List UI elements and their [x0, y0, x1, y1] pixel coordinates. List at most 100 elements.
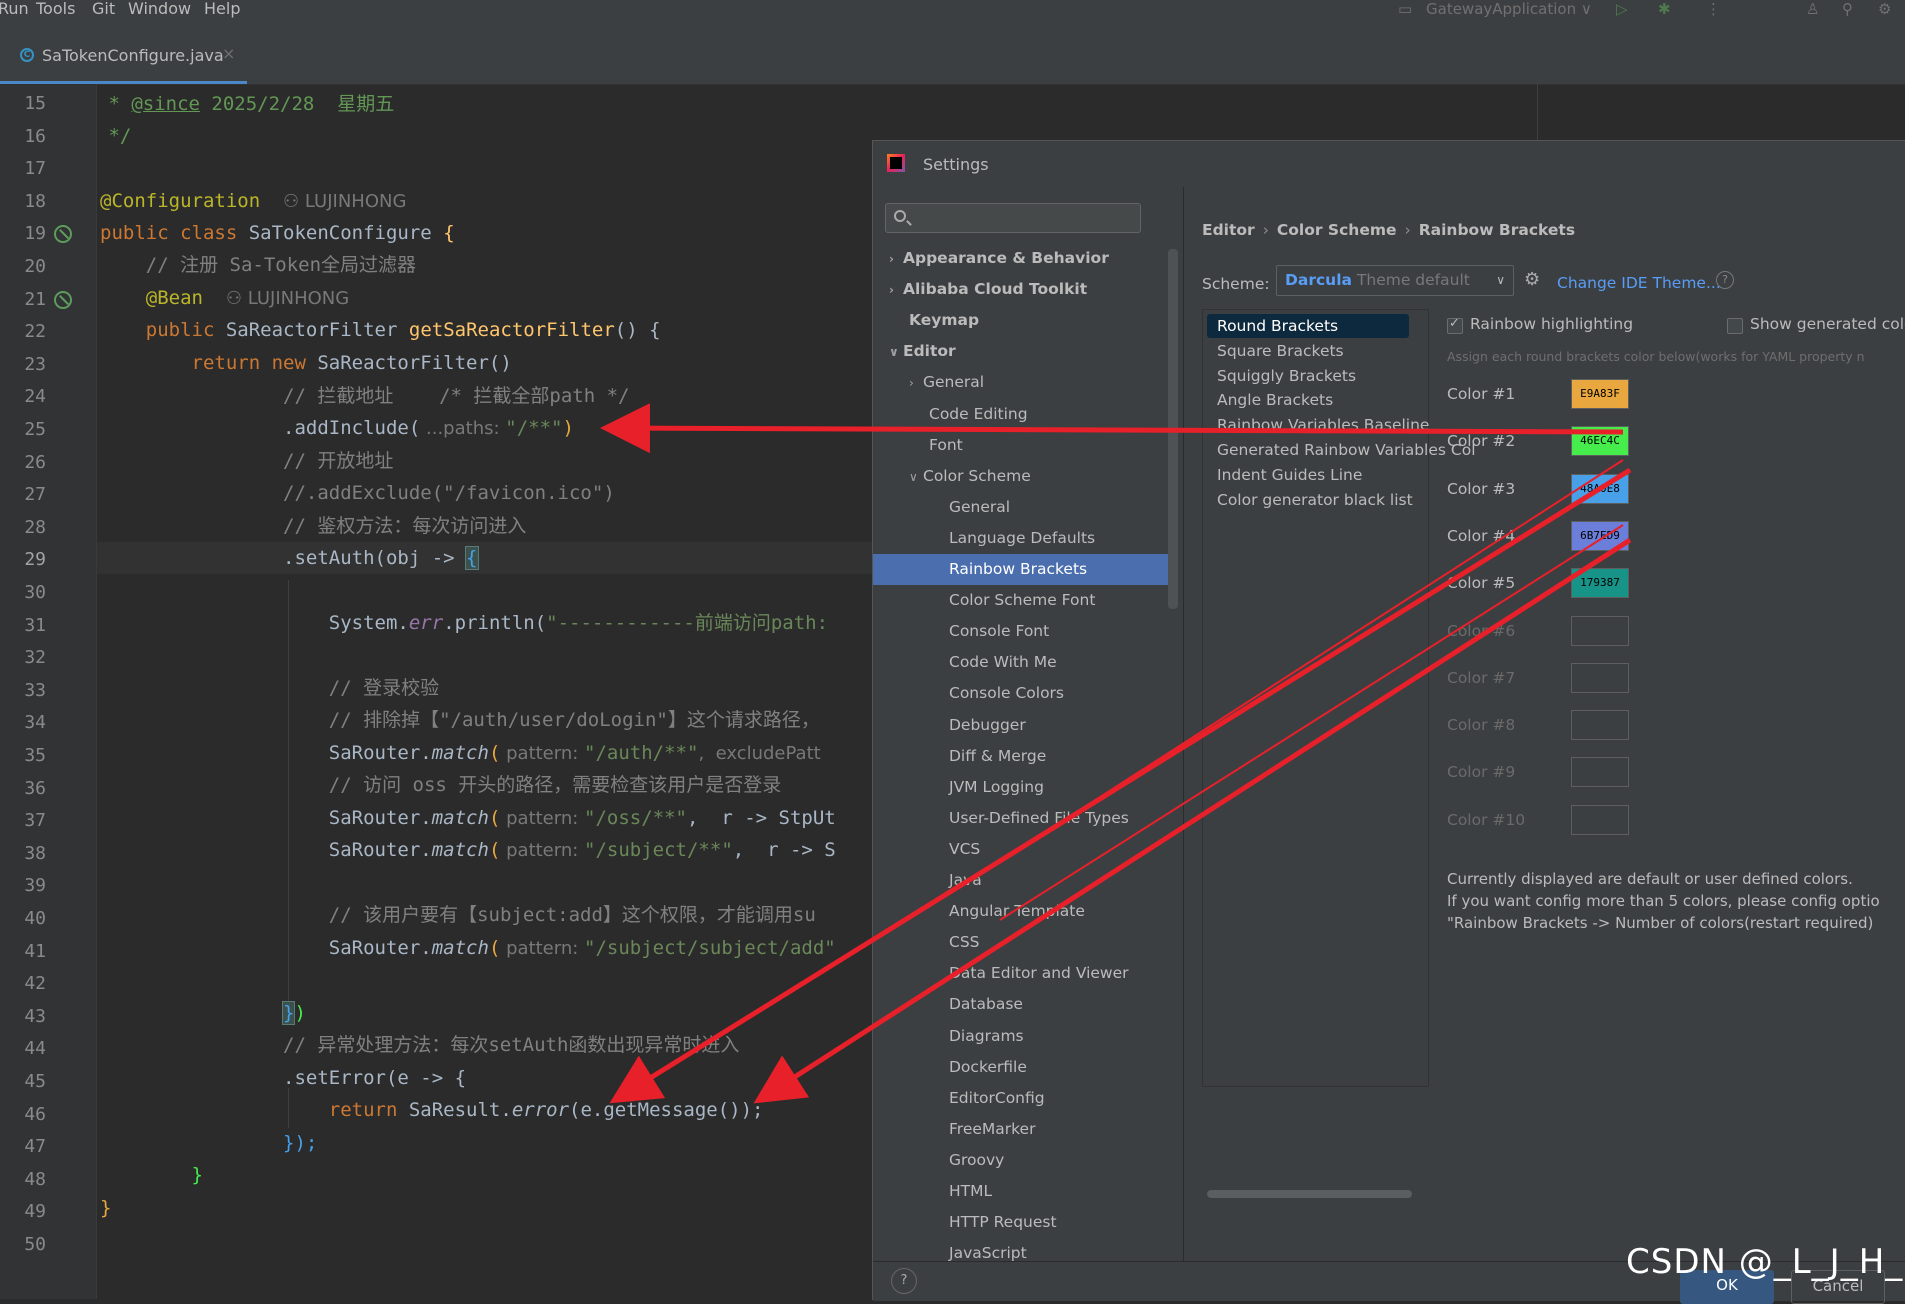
breadcrumb-color-scheme[interactable]: Color Scheme [1277, 221, 1397, 239]
settings-tree-item[interactable]: Debugger [949, 710, 1026, 741]
bracket-type-item[interactable]: Angle Brackets [1217, 388, 1333, 412]
settings-search-input[interactable] [885, 203, 1141, 233]
code-line-33: // 登录校验 [100, 677, 440, 699]
settings-tree-item[interactable]: Font [929, 430, 963, 461]
settings-tree-item[interactable]: › General [909, 367, 984, 398]
color-swatch[interactable]: 6B7ED9 [1571, 520, 1629, 551]
color-swatch[interactable] [1571, 804, 1629, 835]
settings-tree-item[interactable]: EditorConfig [949, 1083, 1045, 1114]
chevron-down-icon[interactable]: ∨ [909, 462, 923, 493]
editor-tab-bar: C SaTokenConfigure.java × [0, 26, 1905, 85]
color-swatch[interactable]: 46EC4C [1571, 426, 1629, 457]
help-icon[interactable]: ? [1716, 271, 1734, 289]
close-icon[interactable]: × [222, 44, 235, 63]
line-number: 43 [24, 1005, 46, 1027]
settings-tree-item[interactable]: FreeMarker [949, 1114, 1035, 1145]
settings-tree-item[interactable]: HTTP Request [949, 1207, 1057, 1238]
change-ide-theme-link[interactable]: Change IDE Theme... [1557, 274, 1721, 292]
menu-window[interactable]: Window [128, 0, 191, 24]
settings-tree-item[interactable]: Console Colors [949, 678, 1064, 709]
settings-tree-item[interactable]: Keymap [909, 305, 979, 336]
settings-tree-item[interactable]: ∨ Color Scheme [909, 461, 1031, 492]
settings-tree-item[interactable]: General [949, 492, 1010, 523]
settings-tree-item[interactable]: Data Editor and Viewer [949, 958, 1129, 989]
breadcrumb-editor[interactable]: Editor [1202, 221, 1255, 239]
settings-tree-item[interactable]: Code Editing [929, 399, 1028, 430]
list-horizontal-scrollbar[interactable] [1207, 1190, 1412, 1198]
color-swatch[interactable] [1571, 662, 1629, 693]
settings-tree-item[interactable]: Rainbow Brackets [873, 554, 1173, 585]
color-swatch[interactable]: 179387 [1571, 568, 1629, 599]
settings-tree-item[interactable]: Dockerfile [949, 1052, 1027, 1083]
menu-run[interactable]: Run [0, 0, 29, 24]
settings-tree-item[interactable]: HTML [949, 1176, 992, 1207]
settings-gear-icon[interactable]: ⚙ [1878, 0, 1891, 24]
bean-gutter-icon[interactable] [54, 225, 72, 244]
color-swatch[interactable] [1571, 757, 1629, 788]
line-number: 18 [24, 190, 46, 212]
settings-title-bar: Settings [873, 141, 1905, 187]
settings-tree-item[interactable]: Language Defaults [949, 523, 1095, 554]
code-line-21: @Bean ⚇ LUJINHONG [100, 287, 350, 309]
settings-tree-item-label: Alibaba Cloud Toolkit [903, 280, 1088, 299]
settings-tree-item[interactable]: Code With Me [949, 647, 1057, 678]
color-swatch[interactable]: E9A83F [1571, 379, 1629, 409]
bracket-type-item[interactable]: Rainbow Variables Baseline [1217, 413, 1429, 437]
menu-help[interactable]: Help [204, 0, 240, 24]
bracket-type-item[interactable]: Indent Guides Line [1217, 463, 1362, 487]
bracket-type-item[interactable]: Squiggly Brackets [1217, 364, 1356, 388]
run-config-selector[interactable]: GatewayApplication ∨ [1426, 0, 1592, 24]
bracket-type-item[interactable]: Color generator black list [1217, 488, 1413, 512]
line-number: 30 [24, 582, 46, 603]
chevron-right-icon[interactable]: › [909, 368, 923, 399]
tree-scrollbar[interactable] [1168, 249, 1178, 609]
settings-tree-item[interactable]: JavaScript [949, 1238, 1027, 1261]
show-generated-checkbox[interactable] [1727, 318, 1743, 334]
bracket-type-item[interactable]: Round Brackets [1207, 314, 1409, 338]
help-icon[interactable]: ? [891, 1268, 917, 1294]
settings-tree-item[interactable]: CSS [949, 927, 980, 958]
settings-tree-item[interactable]: › Appearance & Behavior [889, 243, 1109, 274]
editor-tab[interactable]: C SaTokenConfigure.java × [0, 26, 247, 84]
settings-tree-item[interactable]: VCS [949, 834, 980, 865]
debug-icon[interactable]: ✱ [1658, 0, 1671, 24]
settings-tree-item-label: Angular Template [949, 902, 1085, 921]
scheme-dropdown[interactable]: Darcula Theme default ∨ [1276, 265, 1514, 296]
chevron-right-icon[interactable]: › [889, 275, 903, 306]
line-number: 23 [24, 353, 46, 375]
settings-tree-item[interactable]: Diff & Merge [949, 741, 1046, 772]
settings-tree-item[interactable]: Diagrams [949, 1021, 1024, 1052]
code-line-16: */ [97, 125, 132, 147]
settings-tree-item[interactable]: Color Scheme Font [949, 585, 1095, 616]
settings-tree-item[interactable]: › Alibaba Cloud Toolkit [889, 274, 1087, 305]
settings-tree-item-label: General [949, 497, 1011, 516]
settings-tree-item[interactable]: Database [949, 989, 1023, 1020]
menu-tools[interactable]: Tools [36, 0, 75, 24]
bracket-type-item[interactable]: Square Brackets [1217, 339, 1344, 363]
color-label: Color #7 [1447, 668, 1516, 687]
bracket-type-item[interactable]: Generated Rainbow Variables Col [1217, 438, 1476, 462]
line-number: 17 [24, 158, 46, 180]
settings-tree-item[interactable]: Groovy [949, 1145, 1004, 1176]
more-icon[interactable]: ⋮ [1706, 0, 1721, 24]
line-number: 36 [24, 777, 46, 799]
settings-tree-item[interactable]: JVM Logging [949, 772, 1044, 803]
run-icon[interactable]: ▷ [1616, 0, 1628, 24]
add-user-icon[interactable]: ♙ [1806, 0, 1819, 24]
author-icon: ⚇ [283, 191, 305, 212]
settings-tree-item[interactable]: Angular Template [949, 896, 1085, 927]
rainbow-highlighting-checkbox[interactable] [1447, 316, 1463, 334]
gear-icon[interactable]: ⚙ [1524, 271, 1542, 289]
bean-gutter-icon[interactable] [54, 290, 72, 309]
chevron-right-icon[interactable]: › [889, 244, 903, 275]
settings-tree-item[interactable]: User-Defined File Types [949, 803, 1129, 834]
settings-tree-item[interactable]: Java [949, 865, 982, 896]
search-icon[interactable]: ⚲ [1842, 0, 1853, 24]
settings-tree-item[interactable]: Console Font [949, 616, 1049, 647]
color-swatch[interactable] [1571, 710, 1629, 741]
chevron-down-icon[interactable]: ∨ [889, 337, 903, 368]
color-swatch[interactable] [1571, 615, 1629, 646]
menu-git[interactable]: Git [92, 0, 115, 24]
settings-tree-item[interactable]: ∨ Editor [889, 336, 956, 367]
color-swatch[interactable]: 48A0E8 [1571, 473, 1629, 504]
